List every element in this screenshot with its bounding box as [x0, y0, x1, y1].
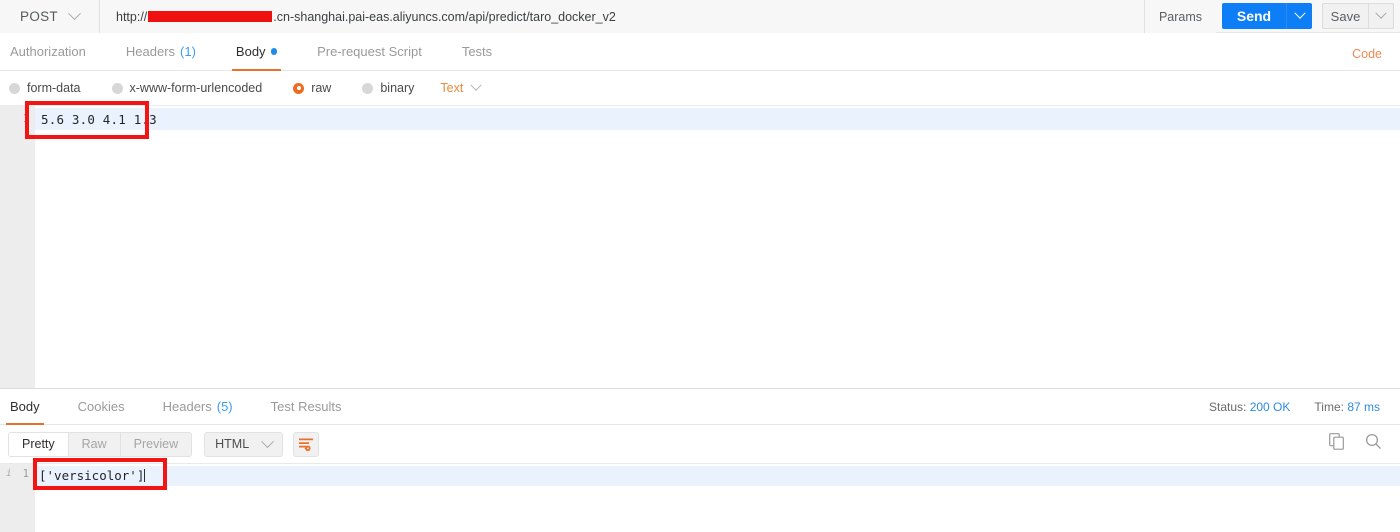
tab-authorization[interactable]: Authorization [6, 33, 90, 70]
url-text: http:// .cn-shanghai.pai-eas.aliyuncs.co… [116, 10, 616, 24]
line-number: 1 [22, 468, 29, 480]
url-bar: POST http:// .cn-shanghai.pai-eas.aliyun… [0, 0, 1400, 33]
url-suffix: .cn-shanghai.pai-eas.aliyuncs.com/api/pr… [273, 9, 616, 24]
response-body-wrap: ['versicolor'] [39, 468, 146, 483]
response-toolbar: Pretty Raw Preview HTML [0, 425, 1400, 464]
url-prefix: http:// [116, 9, 148, 24]
redaction-block [148, 11, 273, 22]
chevron-down-icon [1375, 7, 1387, 19]
response-format-selector[interactable]: HTML [204, 431, 284, 457]
word-wrap-icon [298, 438, 313, 451]
time-indicator: Time: 87 ms [1314, 400, 1380, 414]
fold-marker-icon: i [6, 468, 12, 479]
body-type-urlencoded[interactable]: x-www-form-urlencoded [111, 81, 263, 95]
word-wrap-toggle[interactable] [293, 431, 320, 457]
status-label: Status: [1209, 400, 1247, 414]
url-input[interactable]: http:// .cn-shanghai.pai-eas.aliyuncs.co… [100, 0, 1144, 33]
request-body-text: 5.6 3.0 4.1 1.3 [41, 112, 157, 127]
body-type-raw[interactable]: raw [293, 81, 331, 95]
response-meta: Status: 200 OK Time: 87 ms [1209, 400, 1380, 414]
response-gutter: i 1 [0, 464, 35, 532]
tab-label: Body [10, 399, 40, 414]
chevron-down-icon [261, 434, 275, 448]
tab-tests[interactable]: Tests [458, 33, 496, 70]
params-button[interactable]: Params [1144, 0, 1216, 33]
text-caret [144, 469, 146, 482]
body-type-label: raw [311, 81, 332, 95]
chevron-down-icon [68, 7, 81, 21]
editor-active-line [35, 108, 1400, 130]
tab-label: Headers [125, 44, 176, 59]
request-body-editor[interactable]: 1 5.6 3.0 4.1 1.3 [0, 105, 1400, 388]
time-label: Time: [1314, 400, 1344, 414]
tab-label: Authorization [10, 44, 86, 59]
response-tabs: Body Cookies Headers (5) Test Results St… [0, 389, 1400, 425]
tab-label: Headers [162, 399, 212, 414]
response-view-switcher: Pretty Raw Preview [8, 431, 193, 457]
tab-count: (1) [180, 44, 196, 59]
http-method-selector[interactable]: POST [0, 0, 100, 33]
tab-label: Cookies [77, 399, 125, 414]
body-type-label: form-data [27, 81, 81, 95]
tab-pre-request-script[interactable]: Pre-request Script [313, 33, 426, 70]
save-button-group: Save [1322, 3, 1394, 29]
body-type-label: binary [380, 81, 415, 95]
tab-label: Tests [461, 44, 493, 59]
send-button-group: Send [1222, 3, 1312, 29]
radio-icon [111, 82, 123, 94]
send-options-button[interactable] [1286, 3, 1312, 29]
radio-icon-selected [293, 82, 305, 94]
response-tab-cookies[interactable]: Cookies [74, 389, 129, 424]
copy-button[interactable] [1329, 433, 1345, 450]
body-type-form-data[interactable]: form-data [9, 81, 81, 95]
view-raw[interactable]: Raw [69, 432, 121, 456]
response-tab-headers[interactable]: Headers (5) [159, 389, 237, 424]
search-button[interactable] [1365, 433, 1382, 450]
radio-icon [9, 82, 20, 94]
tab-body[interactable]: Body [231, 33, 282, 71]
view-pretty[interactable]: Pretty [9, 432, 69, 456]
tab-label: Body [235, 44, 266, 59]
tab-count: (5) [216, 399, 233, 414]
response-tab-test-results[interactable]: Test Results [267, 389, 346, 424]
response-body-text: ['versicolor'] [39, 468, 145, 483]
view-preview[interactable]: Preview [121, 433, 191, 456]
line-number: 1 [22, 113, 29, 125]
response-action-icons [1329, 433, 1382, 450]
tab-label: Pre-request Script [317, 44, 422, 59]
time-value: 87 ms [1347, 400, 1380, 414]
save-options-button[interactable] [1368, 3, 1394, 29]
body-type-options: form-data x-www-form-urlencoded raw bina… [0, 71, 1400, 105]
status-indicator: Status: 200 OK [1209, 400, 1290, 414]
postman-window: POST http:// .cn-shanghai.pai-eas.aliyun… [0, 0, 1400, 532]
response-tab-body[interactable]: Body [6, 389, 44, 425]
code-link[interactable]: Code [1352, 47, 1382, 61]
search-icon [1365, 433, 1382, 450]
tab-headers[interactable]: Headers (1) [122, 33, 200, 70]
response-body-viewer[interactable]: i 1 ['versicolor'] [0, 464, 1400, 532]
body-type-binary[interactable]: binary [362, 81, 414, 95]
response-format-label: HTML [215, 437, 250, 451]
chevron-down-icon [470, 79, 482, 91]
copy-icon [1329, 433, 1344, 450]
editor-background [35, 130, 1400, 388]
radio-icon [362, 82, 374, 94]
body-type-label: x-www-form-urlencoded [129, 81, 263, 95]
status-value: 200 OK [1249, 400, 1291, 414]
editor-gutter: 1 [0, 106, 35, 388]
tab-label: Test Results [270, 399, 342, 414]
raw-format-label: Text [440, 81, 464, 95]
http-method-label: POST [20, 9, 58, 24]
save-button[interactable]: Save [1322, 3, 1368, 29]
chevron-down-icon [1293, 7, 1306, 19]
response-active-line [35, 466, 1400, 486]
request-tabs: Authorization Headers (1) Body Pre-reque… [0, 33, 1400, 71]
send-button[interactable]: Send [1222, 3, 1286, 29]
modified-dot-icon [270, 48, 278, 55]
raw-format-selector[interactable]: Text [440, 79, 482, 95]
